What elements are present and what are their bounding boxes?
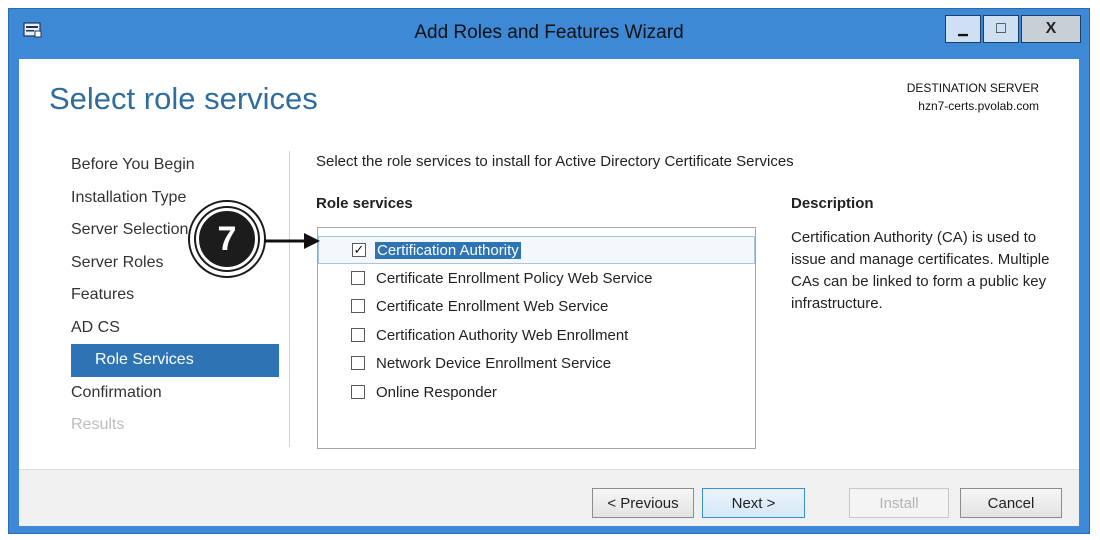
window-title: Add Roles and Features Wizard <box>414 22 684 43</box>
close-button[interactable]: X <box>1021 15 1081 43</box>
cancel-button[interactable]: Cancel <box>960 488 1062 518</box>
step-callout-badge: 7 <box>188 200 266 278</box>
install-button: Install <box>849 488 949 518</box>
nav-item-ad-cs[interactable]: AD CS <box>71 312 281 345</box>
checkmark-icon: ✓ <box>353 242 365 257</box>
list-item-certification-authority[interactable]: ✓ Certification Authority <box>318 236 755 264</box>
checkbox-enrollment-policy-web-service[interactable] <box>351 271 365 285</box>
previous-button[interactable]: < Previous <box>592 488 694 518</box>
page-title: Select role services <box>49 81 318 116</box>
maximize-button[interactable]: □ <box>983 15 1019 43</box>
role-services-list[interactable]: ✓ Certification Authority Certificate En… <box>317 227 756 449</box>
role-service-label: Online Responder <box>376 383 497 401</box>
nav-item-role-services[interactable]: Role Services <box>71 344 279 377</box>
instruction-text: Select the role services to install for … <box>316 153 794 170</box>
role-service-label: Network Device Enrollment Service <box>376 354 612 372</box>
close-icon: X <box>1045 20 1057 37</box>
wizard-content: Select role services DESTINATION SERVER … <box>19 59 1079 526</box>
nav-item-results: Results <box>71 416 125 433</box>
next-button[interactable]: Next > <box>702 488 805 518</box>
checkbox-online-responder[interactable] <box>351 385 365 399</box>
minimize-button[interactable]: ▁ <box>945 15 981 43</box>
nav-item-confirmation[interactable]: Confirmation <box>71 377 281 410</box>
checkbox-network-device-enrollment[interactable] <box>351 356 365 370</box>
role-service-label: Certification Authority <box>375 241 521 259</box>
checkbox-certification-authority[interactable]: ✓ <box>352 243 366 257</box>
minimize-icon: ▁ <box>958 22 968 36</box>
description-text: Certification Authority (CA) is used to … <box>791 229 1050 312</box>
title-bar[interactable]: Add Roles and Features Wizard ▁ □ X <box>9 9 1089 59</box>
nav-divider <box>289 151 290 447</box>
wizard-footer: < Previous Next > Install Cancel <box>19 469 1079 526</box>
wizard-nav: Before You Begin Installation Type Serve… <box>71 149 281 442</box>
destination-server-name: hzn7-certs.pvolab.com <box>918 99 1039 113</box>
maximize-icon: □ <box>996 20 1006 37</box>
role-service-label: Certificate Enrollment Policy Web Servic… <box>376 269 653 287</box>
list-item-enrollment-web-service[interactable]: Certificate Enrollment Web Service <box>318 292 755 320</box>
role-service-label: Certificate Enrollment Web Service <box>376 297 609 315</box>
wizard-window: Add Roles and Features Wizard ▁ □ X Sele… <box>8 8 1090 534</box>
checkbox-ca-web-enrollment[interactable] <box>351 328 365 342</box>
role-service-label: Certification Authority Web Enrollment <box>376 326 629 344</box>
arrow-right-icon <box>264 233 320 249</box>
nav-item-before-you-begin[interactable]: Before You Begin <box>71 149 281 182</box>
nav-item-features[interactable]: Features <box>71 279 281 312</box>
role-services-header: Role services <box>316 195 413 212</box>
list-item-online-responder[interactable]: Online Responder <box>318 378 755 406</box>
list-item-network-device-enrollment[interactable]: Network Device Enrollment Service <box>318 349 755 377</box>
checkbox-enrollment-web-service[interactable] <box>351 299 365 313</box>
list-item-ca-web-enrollment[interactable]: Certification Authority Web Enrollment <box>318 321 755 349</box>
destination-server-label: DESTINATION SERVER <box>906 81 1039 95</box>
step-number: 7 <box>196 208 258 270</box>
list-item-enrollment-policy-web-service[interactable]: Certificate Enrollment Policy Web Servic… <box>318 264 755 292</box>
description-header: Description <box>791 195 874 212</box>
destination-server: DESTINATION SERVER hzn7-certs.pvolab.com <box>907 79 1039 115</box>
